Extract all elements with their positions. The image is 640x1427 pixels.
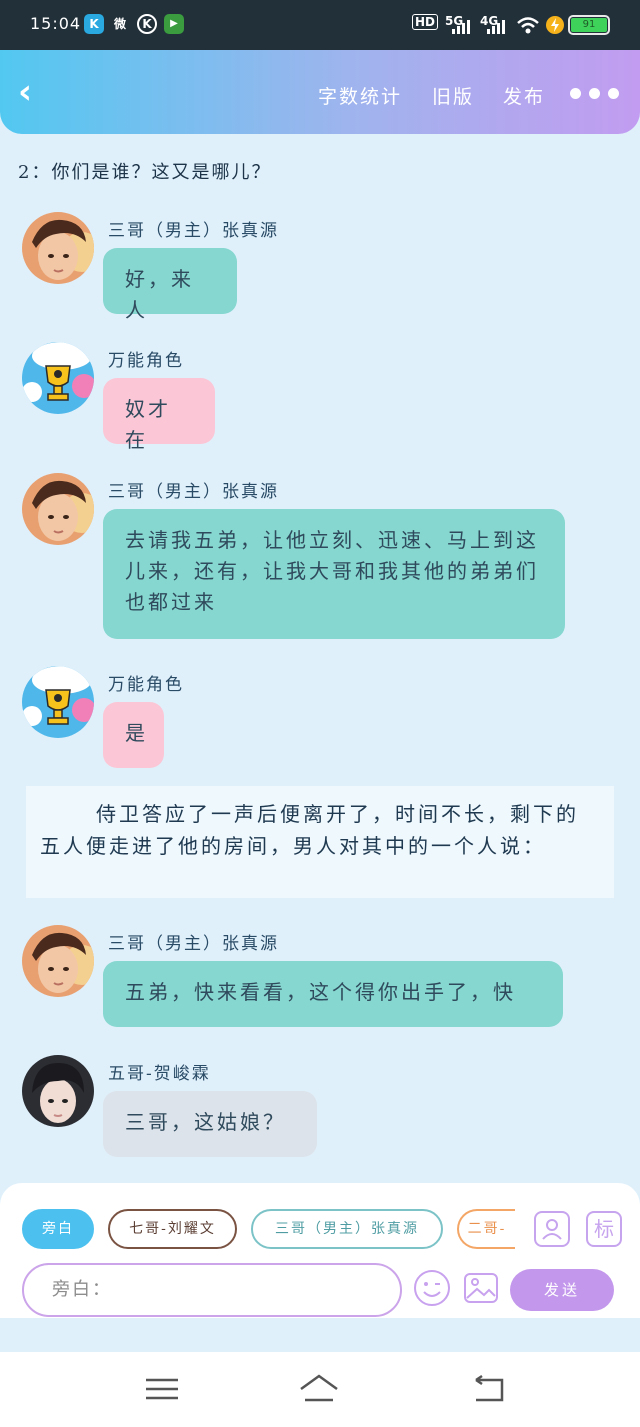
signal-5g-icon: [452, 20, 470, 34]
status-bar: 15:04 K 微 K ▶ HD 5G 4G 91: [0, 0, 640, 50]
trophy-avatar[interactable]: [22, 342, 94, 414]
hd-indicator: HD: [412, 14, 439, 30]
wifi-icon: [517, 17, 539, 34]
emoji-icon[interactable]: [413, 1269, 451, 1307]
battery-icon: 91: [568, 15, 610, 35]
boy-avatar[interactable]: [22, 212, 94, 284]
wechat-app-icon: 微: [113, 17, 126, 31]
boy-avatar[interactable]: [22, 473, 94, 545]
back-arrow-icon[interactable]: ‹: [18, 72, 50, 112]
sender-name: 五哥-贺峻霖: [108, 1064, 211, 1084]
message-bubble[interactable]: 去请我五弟，让他立刻、迅速、马上到这儿来，还有，让我大哥和我其他的弟弟们也都过来: [103, 509, 565, 639]
more-options-icon[interactable]: [570, 88, 619, 99]
sender-name: 万能角色: [108, 675, 184, 695]
message-bubble[interactable]: 五弟，快来看看，这个得你出手了，快: [103, 961, 563, 1027]
k-app-icon: K: [137, 14, 157, 34]
image-icon[interactable]: [462, 1269, 500, 1307]
word-count-button[interactable]: 字数统计: [318, 82, 402, 109]
status-time: 15:04: [30, 14, 82, 33]
send-button[interactable]: 发送: [510, 1269, 614, 1311]
add-character-icon[interactable]: [534, 1211, 570, 1247]
message-bubble[interactable]: 是: [103, 702, 164, 768]
trophy-avatar[interactable]: [22, 666, 94, 738]
publish-button[interactable]: 发布: [503, 82, 545, 109]
boy-avatar[interactable]: [22, 925, 94, 997]
message-bubble[interactable]: 奴才在: [103, 378, 215, 452]
message-input[interactable]: 旁白：: [22, 1263, 402, 1317]
sender-name: 三哥（男主）张真源: [108, 221, 279, 241]
message-bubble[interactable]: 好，来人: [103, 248, 237, 322]
tag-icon[interactable]: 标: [586, 1211, 622, 1247]
home-icon[interactable]: [299, 1372, 339, 1406]
role-chip[interactable]: 二哥-: [457, 1209, 515, 1249]
message-bubble[interactable]: 三哥，这姑娘？: [103, 1091, 317, 1157]
system-nav-bar: [0, 1352, 640, 1427]
back-nav-icon[interactable]: [468, 1372, 508, 1406]
app-header: ‹ 字数统计 旧版 发布: [0, 50, 640, 134]
menu-icon[interactable]: [142, 1372, 182, 1406]
sender-name: 三哥（男主）张真源: [108, 482, 279, 502]
narration-block[interactable]: 侍卫答应了一声后便离开了，时间不长，剩下的五人便走进了他的房间，男人对其中的一个…: [26, 786, 614, 898]
role-chip-narrator[interactable]: 旁白: [22, 1209, 94, 1249]
battery-level: 91: [571, 18, 607, 32]
old-version-button[interactable]: 旧版: [432, 82, 474, 109]
composer-panel: 旁白 七哥-刘耀文 三哥（男主）张真源 二哥- 标 旁白： 发送: [0, 1183, 640, 1318]
kugou-app-icon: K: [84, 14, 104, 34]
sender-name: 万能角色: [108, 351, 184, 371]
signal-4g-icon: [487, 20, 505, 34]
role-chip[interactable]: 七哥-刘耀文: [108, 1209, 237, 1249]
dark-hair-avatar[interactable]: [22, 1055, 94, 1127]
role-chip[interactable]: 三哥（男主）张真源: [251, 1209, 443, 1249]
charging-icon: [546, 16, 564, 34]
question-text: 2：你们是谁？这又是哪儿？: [18, 162, 272, 183]
sender-name: 三哥（男主）张真源: [108, 934, 279, 954]
video-app-icon: ▶: [164, 14, 184, 34]
